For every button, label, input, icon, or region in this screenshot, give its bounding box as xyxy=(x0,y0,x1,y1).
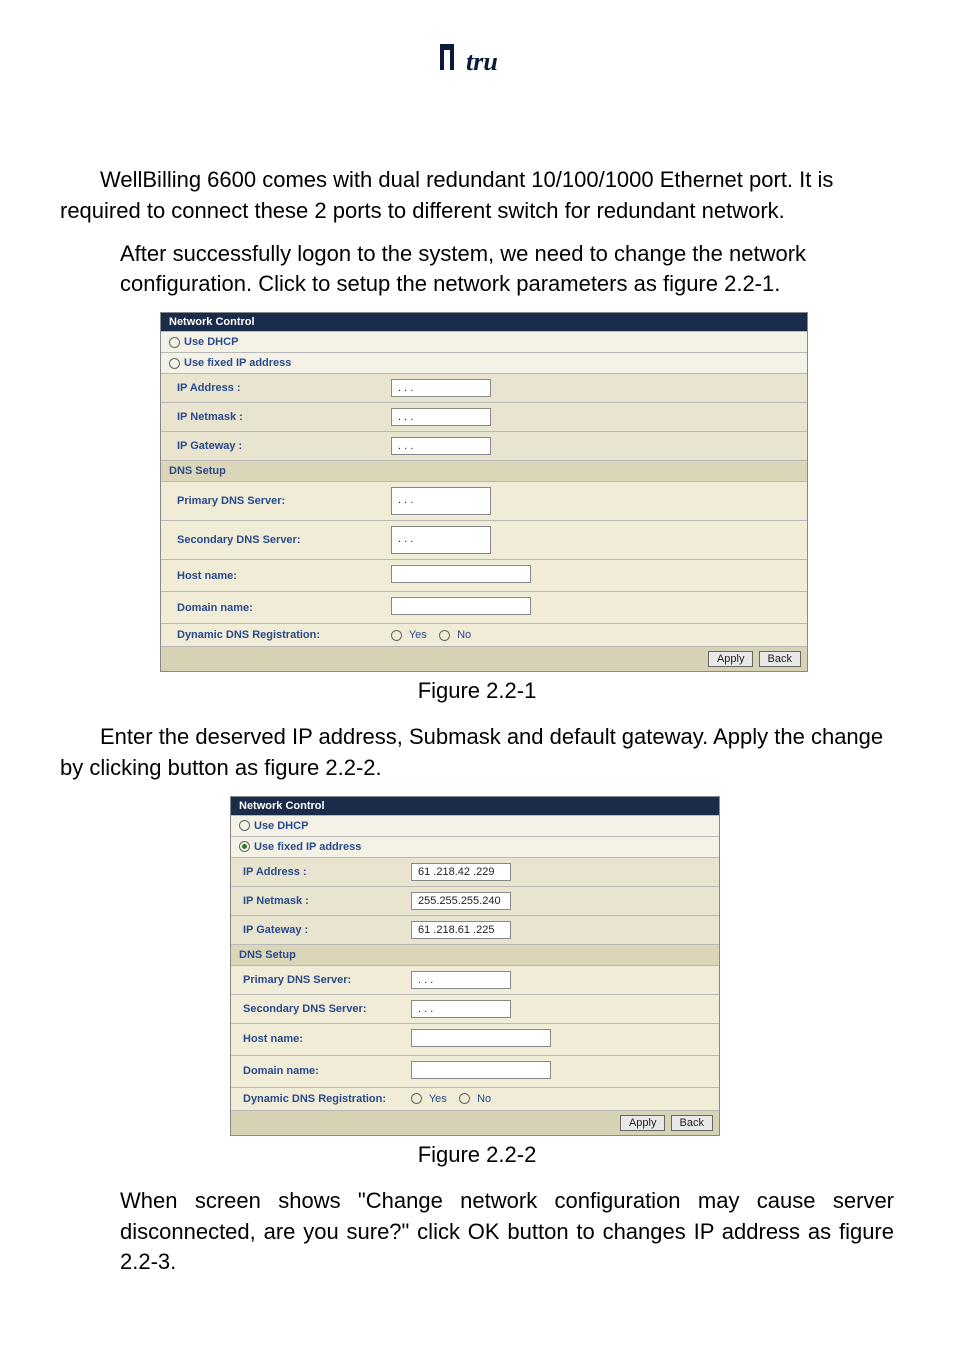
primary-dns-input[interactable]: . . . xyxy=(411,971,511,989)
secondary-dns-label: Secondary DNS Server: xyxy=(231,1003,411,1015)
domain-name-input[interactable] xyxy=(391,597,531,615)
radio-icon xyxy=(169,337,180,348)
secondary-dns-input[interactable]: . . . xyxy=(411,1000,511,1018)
logo-icon: tru xyxy=(432,40,522,80)
radio-icon[interactable] xyxy=(439,630,450,641)
paragraph-3-part2: button as figure 2.2-2. xyxy=(168,755,382,780)
back-button[interactable]: Back xyxy=(759,651,801,667)
back-button[interactable]: Back xyxy=(671,1115,713,1131)
figure-2-2-2: Network Control Use DHCP Use fixed IP ad… xyxy=(230,796,894,1136)
dyn-dns-no: No xyxy=(477,1093,491,1105)
dyn-dns-yes: Yes xyxy=(409,629,427,641)
radio-icon[interactable] xyxy=(411,1093,422,1104)
logo: tru xyxy=(60,40,894,85)
radio-use-dhcp-label: Use DHCP xyxy=(254,820,308,832)
domain-name-label: Domain name: xyxy=(231,1065,411,1077)
radio-icon xyxy=(239,841,250,852)
radio-use-fixed-label: Use fixed IP address xyxy=(184,357,291,369)
figure-2-2-1: Network Control Use DHCP Use fixed IP ad… xyxy=(160,312,894,672)
ip-gateway-label: IP Gateway : xyxy=(161,440,391,452)
radio-icon xyxy=(239,820,250,831)
radio-use-fixed-row[interactable]: Use fixed IP address xyxy=(231,836,719,857)
radio-use-dhcp-label: Use DHCP xyxy=(184,336,238,348)
radio-use-fixed-label: Use fixed IP address xyxy=(254,841,361,853)
paragraph-3: Enter the deserved IP address, Submask a… xyxy=(60,722,894,784)
host-name-label: Host name: xyxy=(161,570,391,582)
dyn-dns-yes: Yes xyxy=(429,1093,447,1105)
apply-button[interactable]: Apply xyxy=(620,1115,666,1131)
ip-address-label: IP Address : xyxy=(161,382,391,394)
secondary-dns-input[interactable]: . . . xyxy=(391,526,491,554)
radio-use-dhcp-row[interactable]: Use DHCP xyxy=(231,815,719,836)
primary-dns-label: Primary DNS Server: xyxy=(231,974,411,986)
ip-address-label: IP Address : xyxy=(231,866,411,878)
dns-setup-header: DNS Setup xyxy=(161,460,807,481)
radio-use-dhcp-row[interactable]: Use DHCP xyxy=(161,331,807,352)
ip-netmask-label: IP Netmask : xyxy=(231,895,411,907)
radio-icon[interactable] xyxy=(459,1093,470,1104)
ip-address-input[interactable]: . . . xyxy=(391,379,491,397)
radio-icon[interactable] xyxy=(391,630,402,641)
host-name-input[interactable] xyxy=(411,1029,551,1047)
apply-button[interactable]: Apply xyxy=(708,651,754,667)
ip-gateway-label: IP Gateway : xyxy=(231,924,411,936)
dyn-dns-no: No xyxy=(457,629,471,641)
radio-icon xyxy=(169,358,180,369)
svg-text:tru: tru xyxy=(466,47,498,76)
panel-header: Network Control xyxy=(161,313,807,331)
ip-netmask-label: IP Netmask : xyxy=(161,411,391,423)
ip-gateway-input[interactable]: . . . xyxy=(391,437,491,455)
ip-netmask-input[interactable]: . . . xyxy=(391,408,491,426)
host-name-input[interactable] xyxy=(391,565,531,583)
host-name-label: Host name: xyxy=(231,1033,411,1045)
domain-name-input[interactable] xyxy=(411,1061,551,1079)
ip-address-input[interactable]: 61 .218.42 .229 xyxy=(411,863,511,881)
dyn-dns-label: Dynamic DNS Registration: xyxy=(161,629,391,641)
primary-dns-label: Primary DNS Server: xyxy=(161,495,391,507)
radio-use-fixed-row[interactable]: Use fixed IP address xyxy=(161,352,807,373)
figure-2-2-1-caption: Figure 2.2-1 xyxy=(60,678,894,704)
paragraph-4: When screen shows "Change network config… xyxy=(60,1186,894,1278)
paragraph-1: WellBilling 6600 comes with dual redunda… xyxy=(60,165,894,227)
figure-2-2-2-caption: Figure 2.2-2 xyxy=(60,1142,894,1168)
ip-netmask-input[interactable]: 255.255.255.240 xyxy=(411,892,511,910)
dns-setup-header: DNS Setup xyxy=(231,944,719,965)
panel-header: Network Control xyxy=(231,797,719,815)
paragraph-2: After successfully logon to the system, … xyxy=(60,239,894,301)
dyn-dns-label: Dynamic DNS Registration: xyxy=(231,1093,411,1105)
secondary-dns-label: Secondary DNS Server: xyxy=(161,534,391,546)
paragraph-2-part2: to setup the network parameters as figur… xyxy=(312,271,780,296)
domain-name-label: Domain name: xyxy=(161,602,391,614)
ip-gateway-input[interactable]: 61 .218.61 .225 xyxy=(411,921,511,939)
primary-dns-input[interactable]: . . . xyxy=(391,487,491,515)
